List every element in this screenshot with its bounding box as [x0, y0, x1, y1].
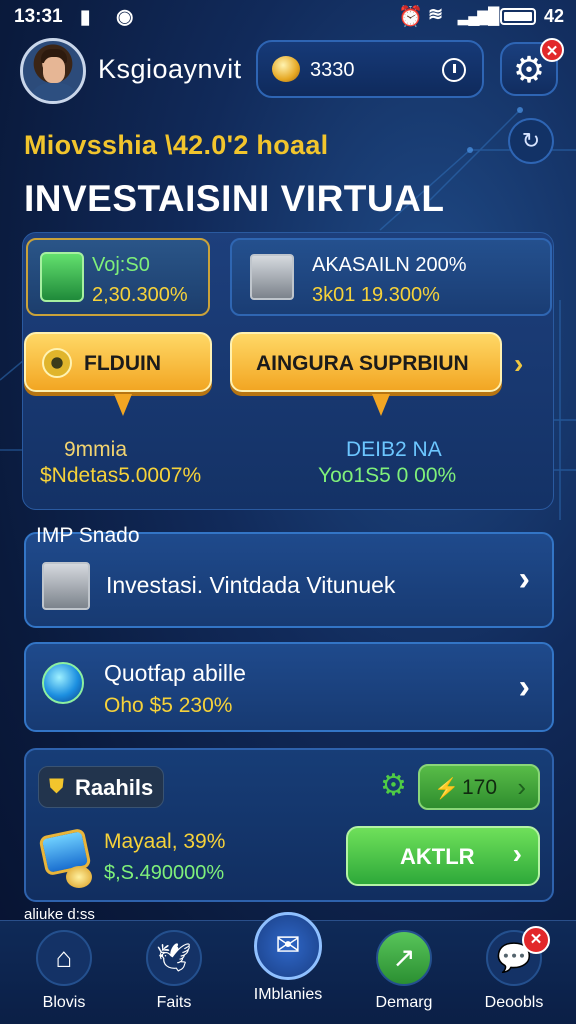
aingura-button[interactable]: AINGURA SUPRBIUN	[230, 332, 502, 392]
nav-demarg-label: Demarg	[375, 994, 433, 1011]
nav-imblanies-label: IMblanies	[253, 986, 323, 1003]
fluin-label: FLDUIN	[84, 352, 161, 375]
nav-faits[interactable]: 🕊 Faits	[124, 930, 224, 1012]
close-badge-icon[interactable]: ✕	[522, 926, 550, 954]
list-item-quotfap[interactable]: Quotfap abille Oho $5 230% ›	[24, 642, 554, 732]
clock-icon[interactable]	[442, 58, 466, 82]
right-sub-value: Yoo1S5 0 00%	[318, 464, 457, 487]
aingura-label: AINGURA SUPRBIUN	[256, 352, 469, 375]
nav-demarg[interactable]: ↗ Demarg	[354, 930, 454, 1012]
settings-button[interactable]: ⚙ ✕	[500, 38, 564, 96]
quotfap-value: Oho $5 230%	[104, 694, 233, 717]
energy-value: 170	[462, 776, 498, 799]
wifi-icon: ≋	[428, 4, 444, 24]
card-2-value: 3k01 19.300%	[312, 284, 440, 306]
arrow-up-icon: ↗	[376, 930, 432, 986]
mail-icon: ✉	[275, 929, 301, 962]
coin-icon	[272, 56, 300, 82]
home-icon: ⌂	[36, 930, 92, 986]
pin-pointer-left	[114, 394, 132, 416]
status-time: 13:31	[14, 6, 63, 27]
energy-counter[interactable]: ⚡ 170 ›	[418, 764, 540, 810]
close-badge-icon[interactable]: ✕	[540, 38, 564, 62]
refresh-icon: ↻	[521, 128, 541, 153]
fluin-button[interactable]: FLDUIN	[24, 332, 212, 392]
orb-icon	[42, 662, 84, 704]
card-2-label: AKASAILN 200%	[312, 254, 467, 276]
rewards-tag: ⛊ Raahils	[38, 766, 164, 808]
notification-icon: ◉	[116, 6, 134, 28]
pin-pointer-right	[372, 394, 390, 416]
coin-balance[interactable]: 3330	[256, 40, 484, 98]
coins-icon	[66, 866, 92, 888]
safe-icon	[42, 562, 90, 610]
stat-card-1[interactable]: Voj:S0 2,30.300%	[26, 238, 210, 316]
left-sub-label: 9mmia	[64, 438, 128, 461]
nav-deoobls-label: Deoobls	[484, 994, 544, 1011]
computer-icon	[40, 252, 84, 302]
nav-imblanies[interactable]: IMblanies	[238, 986, 338, 1004]
nav-home-label: Blovis	[42, 994, 86, 1011]
bolt-icon: ⚡	[434, 778, 459, 800]
chevron-right-icon[interactable]: ›	[514, 348, 523, 380]
refresh-button[interactable]: ↻	[508, 118, 554, 164]
username: Ksgioaynvit	[98, 54, 242, 84]
left-sub-value: $Ndetas5.0007%	[40, 464, 202, 487]
avatar[interactable]	[20, 38, 86, 104]
mayaal-title: Mayaal, 39%	[104, 830, 226, 853]
battery-level: 42	[543, 6, 564, 26]
coin-value: 3330	[310, 59, 355, 81]
shield-icon: ⛊	[49, 776, 64, 798]
chevron-right-icon: ›	[518, 668, 530, 706]
status-bar: 13:31 ▮ ◉ ⏰ ≋ ▂▄▆█ 42	[0, 0, 576, 32]
cell-signal-icon: ▂▄▆█	[458, 8, 499, 25]
rewards-tag-label: Raahils	[75, 775, 154, 800]
gear-icon[interactable]: ⚙	[380, 768, 407, 803]
coin-target-icon	[42, 348, 72, 378]
quotfap-title: Quotfap abille	[104, 660, 246, 686]
page-title: INVESTAISINI VIRTUAL	[24, 178, 445, 219]
mayaal-value: $,S.490000%	[104, 862, 225, 884]
chevron-right-icon: ›	[517, 772, 526, 802]
signal-icon: ▮	[80, 7, 91, 28]
battery-icon	[500, 8, 536, 25]
nav-home[interactable]: ⌂ Blovis	[14, 930, 114, 1012]
stat-card-2[interactable]: AKASAILN 200% 3k01 19.300%	[230, 238, 552, 316]
bird-icon: 🕊	[146, 930, 202, 986]
chevron-right-icon: ›	[518, 560, 530, 598]
aktlr-label: AKTLR	[400, 844, 475, 869]
card-1-label: Voj:S0	[92, 254, 150, 276]
right-sub-label: DEIB2 NA	[346, 438, 442, 461]
promo-text: Miovsshia \42.0'2 hoaal	[24, 130, 329, 160]
alarm-icon: ⏰	[398, 6, 423, 28]
aktlr-button[interactable]: AKTLR ›	[346, 826, 540, 886]
section-label: IMP Snado	[36, 524, 140, 547]
chevron-right-icon: ›	[512, 838, 522, 869]
card-1-value: 2,30.300%	[92, 284, 188, 306]
investasi-label: Investasi. Vintdada Vitunuek	[106, 572, 396, 598]
center-mail-button[interactable]: ✉	[254, 912, 322, 980]
nav-faits-label: Faits	[156, 994, 192, 1011]
crate-icon	[250, 254, 294, 300]
